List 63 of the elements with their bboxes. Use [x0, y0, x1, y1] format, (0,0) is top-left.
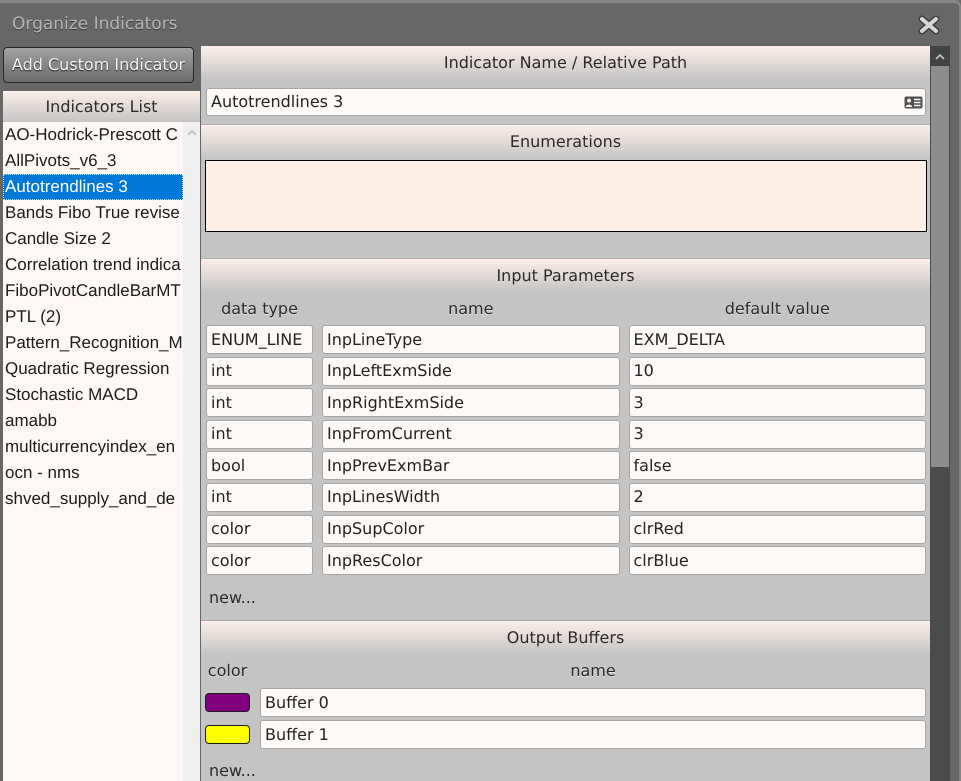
window-title: Organize Indicators	[12, 12, 178, 36]
default-value-field[interactable]: EXM_DELTA	[628, 325, 926, 354]
column-label: name	[448, 298, 494, 320]
data-type-field[interactable]: int	[206, 420, 313, 449]
buffer-name-field[interactable]: Buffer 1	[260, 720, 926, 750]
list-item[interactable]: Bands Fibo True revise	[3, 200, 183, 226]
parameter-name-field[interactable]: InpSupColor	[322, 514, 620, 544]
list-item[interactable]: PTL (2)	[3, 304, 183, 330]
data-type-field[interactable]: color	[206, 514, 313, 544]
color-swatch-icon[interactable]	[205, 725, 250, 744]
list-item[interactable]: AllPivots_v6_3	[3, 148, 183, 174]
enumerations-textarea[interactable]	[205, 160, 927, 232]
list-item[interactable]: Pattern_Recognition_M	[3, 330, 183, 356]
color-swatch-icon[interactable]	[205, 693, 250, 712]
default-value-field[interactable]: 2	[628, 482, 926, 512]
parameter-name-field[interactable]: InpFromCurrent	[322, 420, 620, 449]
new-buffer-link[interactable]: new...	[209, 759, 256, 781]
list-item[interactable]: AO-Hodrick-Prescott C	[3, 122, 183, 148]
data-type-field[interactable]: int	[206, 388, 313, 418]
indicator-name-field[interactable]: Autotrendlines 3	[206, 88, 926, 116]
list-item[interactable]: FiboPivotCandleBarMT	[3, 278, 183, 304]
new-parameter-link[interactable]: new...	[209, 586, 256, 610]
parameter-name-field[interactable]: InpRightExmSide	[322, 388, 620, 418]
column-label: name	[570, 660, 616, 682]
default-value-field[interactable]: clrBlue	[628, 546, 926, 576]
scroll-up-button[interactable]	[930, 46, 950, 66]
column-label: default value	[724, 298, 830, 320]
data-type-field[interactable]: bool	[206, 451, 313, 480]
column-label: color	[208, 660, 248, 682]
list-item[interactable]: Candle Size 2	[3, 226, 183, 252]
list-item[interactable]: Correlation trend indica	[3, 252, 183, 278]
parameter-name-field[interactable]: InpPrevExmBar	[322, 451, 620, 480]
close-icon[interactable]	[918, 14, 940, 34]
default-value-field[interactable]: 3	[628, 420, 926, 449]
parameter-name-field[interactable]: InpResColor	[322, 546, 620, 576]
parameter-name-field[interactable]: InpLinesWidth	[322, 482, 620, 512]
section-header: Output Buffers	[201, 621, 930, 654]
list-header: Indicators List	[3, 91, 200, 122]
data-type-field[interactable]: int	[206, 482, 313, 512]
data-type-field[interactable]: ENUM_LINE	[206, 325, 313, 354]
default-value-field[interactable]: clrRed	[628, 514, 926, 544]
default-value-field[interactable]: 3	[628, 388, 926, 418]
default-value-field[interactable]: 10	[628, 356, 926, 386]
parameter-name-field[interactable]: InpLeftExmSide	[322, 356, 620, 386]
scrollbar-thumb[interactable]	[931, 66, 949, 467]
parameter-name-field[interactable]: InpLineType	[322, 325, 620, 354]
column-label: data type	[221, 298, 298, 320]
list-item[interactable]: multicurrencyindex_en	[3, 434, 183, 460]
chevron-up-icon	[935, 52, 945, 60]
section-header: Enumerations	[201, 125, 930, 159]
data-type-field[interactable]: int	[206, 356, 313, 386]
contact-card-icon[interactable]	[904, 96, 923, 108]
list-item[interactable]: Autotrendlines 3	[3, 174, 183, 200]
default-value-field[interactable]: false	[628, 451, 926, 480]
buffer-name-field[interactable]: Buffer 0	[260, 688, 926, 718]
list-item[interactable]: Stochastic MACD	[3, 382, 183, 408]
list-item[interactable]: shved_supply_and_de	[3, 486, 183, 512]
section-header: Input Parameters	[201, 259, 930, 292]
data-type-field[interactable]: color	[206, 546, 313, 576]
list-item[interactable]: amabb	[3, 408, 183, 434]
list-item[interactable]: Quadratic Regression	[3, 356, 183, 382]
list-item[interactable]: ocn - nms	[3, 460, 183, 486]
section-header: Indicator Name / Relative Path	[201, 46, 930, 80]
